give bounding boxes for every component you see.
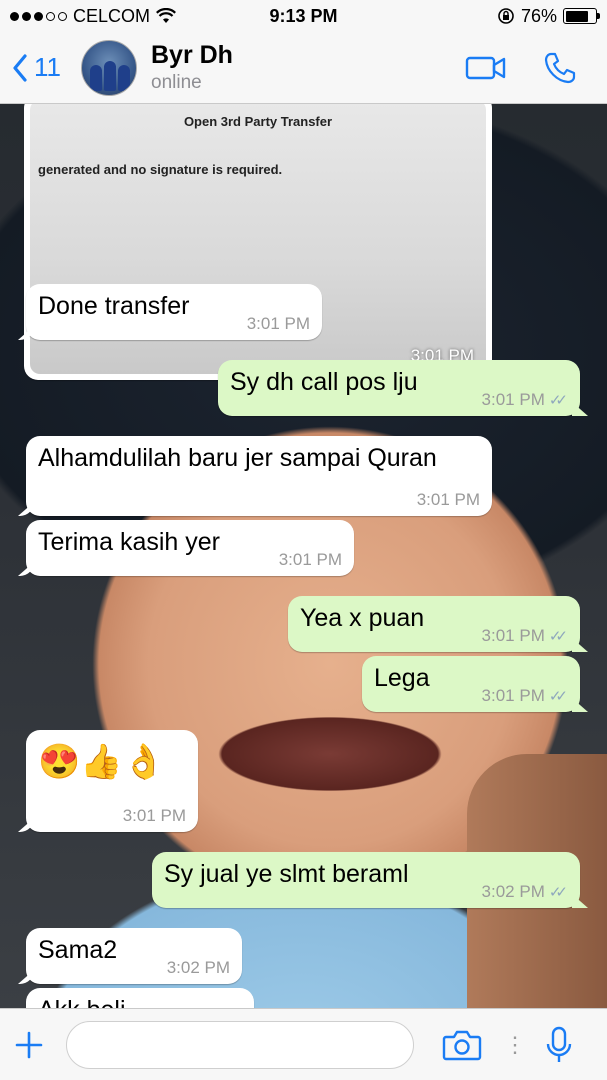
microphone-icon [546,1026,572,1062]
image-text-body: generated and no signature is required. [38,162,283,177]
unread-count: 11 [34,52,61,82]
battery-fill [565,10,588,22]
avatar[interactable] [81,39,137,96]
video-call-button[interactable] [465,55,507,81]
message-bubble-incoming[interactable]: Sama2 3:02 PM [26,928,242,984]
message-time: 3:01 PM [122,806,186,825]
message-list[interactable]: Open 3rd Party Transfer generated and no… [0,104,607,1008]
message-bubble-outgoing[interactable]: Yea x puan 3:01 PM ✓✓ [288,596,580,652]
voice-call-button[interactable] [543,51,577,85]
chevron-left-icon [13,53,27,82]
message-time: 3:01 PM ✓✓ [482,390,568,410]
status-right: 76% [497,5,600,27]
message-time: 3:02 PM ✓✓ [482,882,568,902]
contact-name: Byr Dh [151,41,233,69]
chat-header: 11 Byr Dh online [0,32,607,104]
emoji-message-text: 😍👍👌 [38,743,166,781]
message-text: Alhamdulilah baru jer sampai Quran [38,444,437,472]
status-bar: CELCOM 9:13 PM 76% [0,0,607,32]
back-button[interactable]: 11 [12,52,61,83]
read-receipt-icon: ✓✓ [548,884,568,901]
voice-message-button[interactable] [546,1026,572,1064]
message-time: 3:01 PM [278,550,342,569]
contact-info[interactable]: Byr Dh online [151,41,233,94]
read-receipt-icon: ✓✓ [548,688,568,705]
message-bubble-outgoing[interactable]: Sy dh call pos lju 3:01 PM ✓✓ [218,360,580,416]
phone-icon [544,52,576,83]
status-left: CELCOM [10,6,176,27]
camera-button[interactable] [442,1029,482,1061]
contact-status: online [151,72,202,93]
message-bubble-incoming[interactable]: Alhamdulilah baru jer sampai Quran 3:01 … [26,436,492,516]
rotation-lock-icon [498,8,514,24]
message-time: 3:02 PM [166,958,230,977]
plus-icon [15,1031,43,1058]
camera-icon [442,1030,482,1060]
attach-button[interactable] [14,1030,44,1060]
battery-percent: 76% [520,5,557,26]
video-camera-icon [465,56,506,79]
message-bubble-incoming[interactable]: 😍👍👌 3:01 PM [26,730,198,832]
message-time: 3:01 PM ✓✓ [482,686,568,706]
image-text-title: Open 3rd Party Transfer [183,114,333,129]
message-bubble-outgoing[interactable]: Lega 3:01 PM ✓✓ [362,656,580,712]
message-bubble-incoming[interactable]: Terima kasih yer 3:01 PM [26,520,354,576]
message-bubble-incoming[interactable]: Done transfer 3:01 PM [26,284,322,340]
message-input-bar: ⋮ [0,1008,607,1080]
battery-icon [563,8,600,24]
header-actions [465,51,595,85]
message-time: 3:01 PM [416,490,480,509]
more-options-icon[interactable]: ⋮ [504,1032,526,1058]
message-bubble-outgoing[interactable]: Sy jual ye slmt beraml 3:02 PM ✓✓ [152,852,580,908]
carrier-label: CELCOM [73,5,151,26]
signal-strength-icon [10,11,67,21]
read-receipt-icon: ✓✓ [548,392,568,409]
read-receipt-icon: ✓✓ [548,628,568,645]
message-time: 3:01 PM [246,314,310,333]
wifi-icon [156,8,176,23]
message-bubble-incoming[interactable]: Akk beli [26,988,254,1008]
message-text: Akk beli [38,996,242,1008]
message-input[interactable] [66,1020,414,1069]
message-time: 3:01 PM ✓✓ [482,626,568,646]
